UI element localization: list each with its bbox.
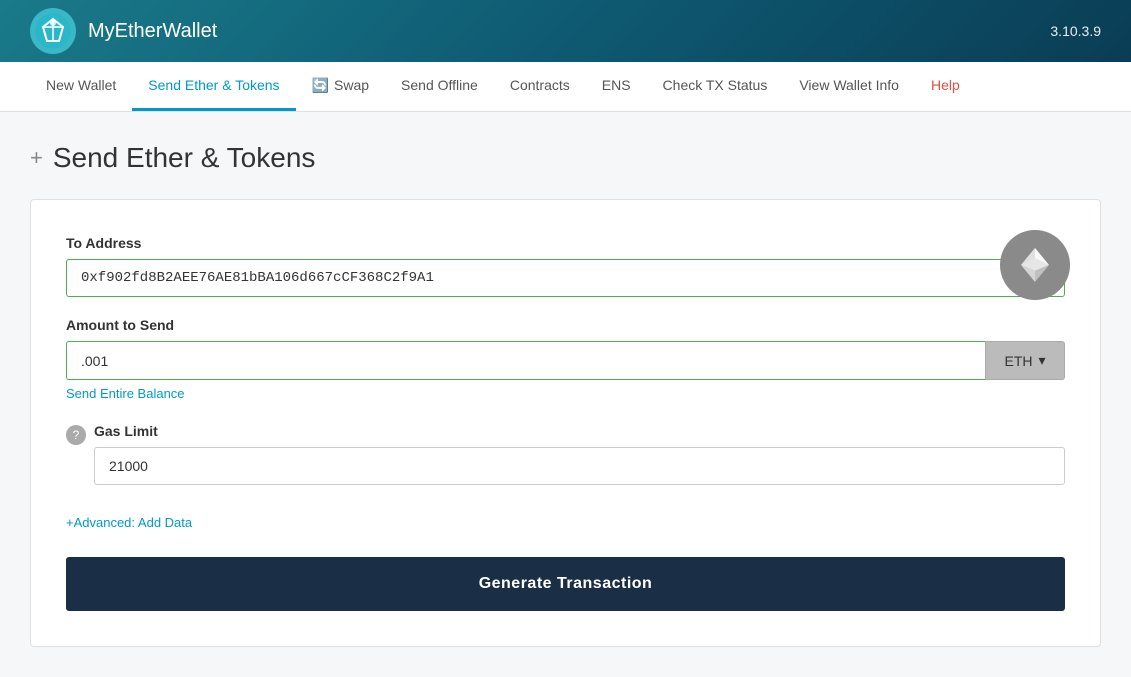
app-header: MyEtherWallet 3.10.3.9 bbox=[0, 0, 1131, 62]
send-entire-balance-link[interactable]: Send Entire Balance bbox=[66, 386, 185, 401]
amount-row: ETH ▾ bbox=[66, 341, 1065, 380]
gas-limit-row: ? Gas Limit bbox=[66, 423, 1065, 485]
nav-view-wallet-info[interactable]: View Wallet Info bbox=[783, 62, 915, 111]
plus-icon: + bbox=[30, 145, 43, 171]
dropdown-arrow-icon: ▾ bbox=[1038, 352, 1045, 369]
amount-group: Amount to Send ETH ▾ Send Entire Balance bbox=[66, 317, 1065, 403]
gas-input-wrap: Gas Limit bbox=[94, 423, 1065, 485]
to-address-group: To Address bbox=[66, 235, 1065, 297]
gas-limit-label: Gas Limit bbox=[94, 423, 1065, 439]
nav-swap[interactable]: 🔄 Swap bbox=[296, 62, 385, 111]
generate-transaction-button[interactable]: Generate Transaction bbox=[66, 557, 1065, 611]
page-title-row: + Send Ether & Tokens bbox=[30, 142, 1101, 174]
nav-check-tx-status[interactable]: Check TX Status bbox=[647, 62, 784, 111]
to-address-input[interactable] bbox=[66, 259, 1065, 297]
logo-icon bbox=[30, 8, 76, 54]
app-name: MyEtherWallet bbox=[88, 20, 217, 43]
gas-limit-group: ? Gas Limit bbox=[66, 423, 1065, 485]
send-form-card: To Address Amount to Send ETH ▾ Send Ent… bbox=[30, 199, 1101, 647]
nav-contracts[interactable]: Contracts bbox=[494, 62, 586, 111]
page-title: Send Ether & Tokens bbox=[53, 142, 316, 174]
main-content: + Send Ether & Tokens To Address Amount bbox=[0, 112, 1131, 677]
swap-icon: 🔄 bbox=[312, 77, 329, 94]
nav-ens[interactable]: ENS bbox=[586, 62, 647, 111]
advanced-link[interactable]: +Advanced: Add Data bbox=[66, 515, 192, 530]
gas-help-icon[interactable]: ? bbox=[66, 425, 86, 445]
nav-send-offline[interactable]: Send Offline bbox=[385, 62, 494, 111]
nav-new-wallet[interactable]: New Wallet bbox=[30, 62, 132, 111]
logo-area: MyEtherWallet bbox=[30, 8, 217, 54]
currency-dropdown[interactable]: ETH ▾ bbox=[985, 341, 1065, 380]
nav-help[interactable]: Help bbox=[915, 62, 976, 111]
nav-send-ether-tokens[interactable]: Send Ether & Tokens bbox=[132, 62, 295, 111]
ethereum-logo bbox=[1000, 230, 1070, 300]
gas-limit-input[interactable] bbox=[94, 447, 1065, 485]
version-number: 3.10.3.9 bbox=[1050, 23, 1101, 39]
amount-label: Amount to Send bbox=[66, 317, 1065, 333]
to-address-label: To Address bbox=[66, 235, 1065, 251]
amount-input[interactable] bbox=[66, 341, 985, 380]
currency-label: ETH bbox=[1004, 353, 1032, 369]
main-nav: New Wallet Send Ether & Tokens 🔄 Swap Se… bbox=[0, 62, 1131, 112]
